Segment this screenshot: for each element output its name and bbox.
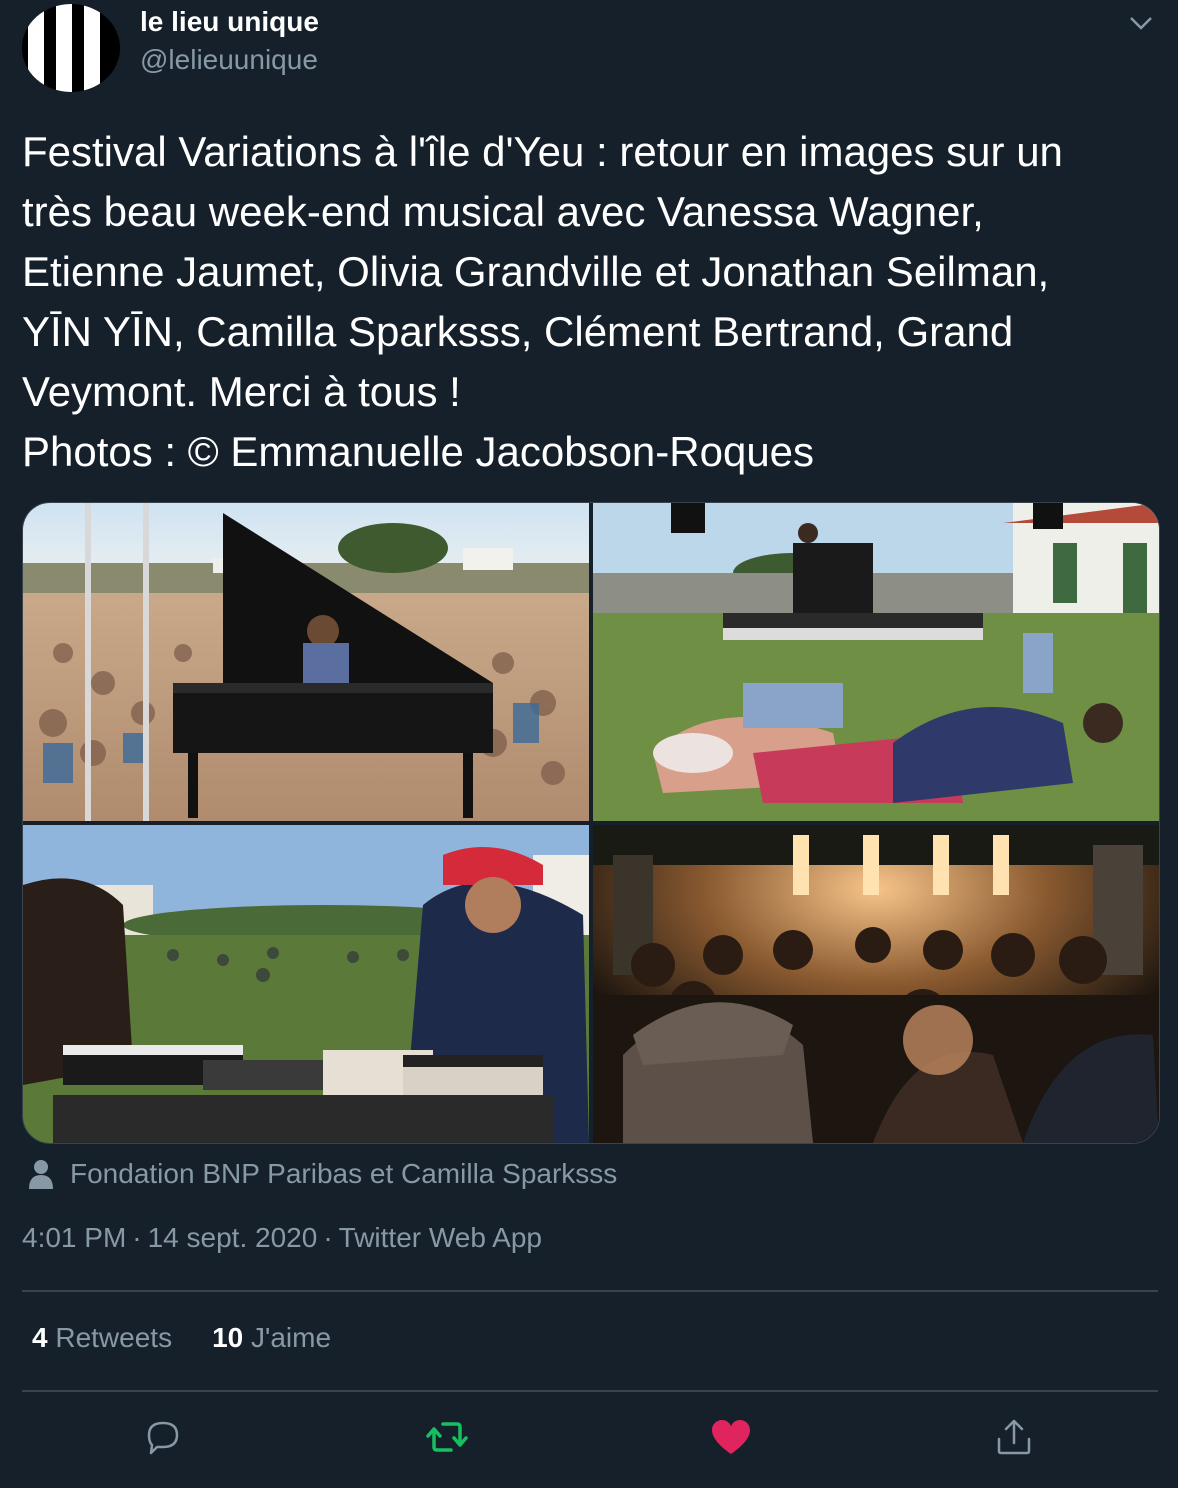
share-icon xyxy=(997,1419,1031,1455)
tweet-text: Festival Variations à l'île d'Yeu : reto… xyxy=(22,122,1152,482)
retweets-label: Retweets xyxy=(55,1322,173,1353)
tweet-stats: 4 Retweets 10 J'aime xyxy=(32,1322,331,1354)
tweet-meta: 4:01 PM · 14 sept. 2020 · Twitter Web App xyxy=(22,1222,542,1254)
divider xyxy=(22,1390,1158,1392)
meta-separator: · xyxy=(132,1222,142,1253)
media-grid xyxy=(22,502,1160,1144)
tweet-date[interactable]: 14 sept. 2020 xyxy=(148,1222,318,1253)
likes-count: 10 xyxy=(212,1322,244,1353)
tweet-text-line: YĪN YĪN, Camilla Sparksss, Clément Bertr… xyxy=(22,308,1014,355)
tweet-text-line: Festival Variations à l'île d'Yeu : reto… xyxy=(22,128,1063,175)
like-button[interactable] xyxy=(709,1415,753,1459)
retweets-stat[interactable]: 4 Retweets xyxy=(32,1322,172,1354)
night-concert-crowd-photo[interactable] xyxy=(593,825,1159,1143)
heart-icon xyxy=(712,1420,750,1454)
likes-label: J'aime xyxy=(251,1322,332,1353)
tagged-users-text: Fondation BNP Paribas et Camilla Sparkss… xyxy=(70,1158,618,1189)
tweet-text-line: Etienne Jaumet, Olivia Grandville et Jon… xyxy=(22,248,1050,295)
tweet-text-line: Photos : © Emmanuelle Jacobson-Roques xyxy=(22,428,815,475)
tweet-detail: le lieu unique @lelieuunique Festival Va… xyxy=(0,0,1178,1488)
tweet-text-line: Veymont. Merci à tous ! xyxy=(22,368,461,415)
synthesizer-performer-photo[interactable] xyxy=(23,825,589,1143)
tweet-time[interactable]: 4:01 PM xyxy=(22,1222,126,1253)
retweet-button[interactable] xyxy=(425,1415,469,1459)
reply-button[interactable] xyxy=(141,1415,185,1459)
tagged-users[interactable]: Fondation BNP Paribas et Camilla Sparkss… xyxy=(28,1156,617,1192)
tweet-text-line: très beau week-end musical avec Vanessa … xyxy=(22,188,984,235)
divider xyxy=(22,1290,1158,1292)
likes-stat[interactable]: 10 J'aime xyxy=(212,1322,331,1354)
meta-separator: · xyxy=(323,1222,333,1253)
grand-piano-beach-photo[interactable] xyxy=(23,503,589,821)
author-name[interactable]: le lieu unique xyxy=(140,6,319,38)
chevron-down-icon[interactable] xyxy=(1126,8,1156,38)
striped-logo-icon xyxy=(22,4,120,92)
author-handle[interactable]: @lelieuunique xyxy=(140,44,318,76)
stage-lawn-audience-photo[interactable] xyxy=(593,503,1159,821)
tweet-source[interactable]: Twitter Web App xyxy=(339,1222,542,1253)
share-button[interactable] xyxy=(992,1415,1036,1459)
person-icon xyxy=(29,1160,53,1189)
tweet-actions xyxy=(0,1415,1178,1465)
reply-icon xyxy=(147,1421,179,1455)
retweets-count: 4 xyxy=(32,1322,48,1353)
author-avatar[interactable] xyxy=(22,4,120,92)
retweet-icon xyxy=(426,1422,468,1452)
